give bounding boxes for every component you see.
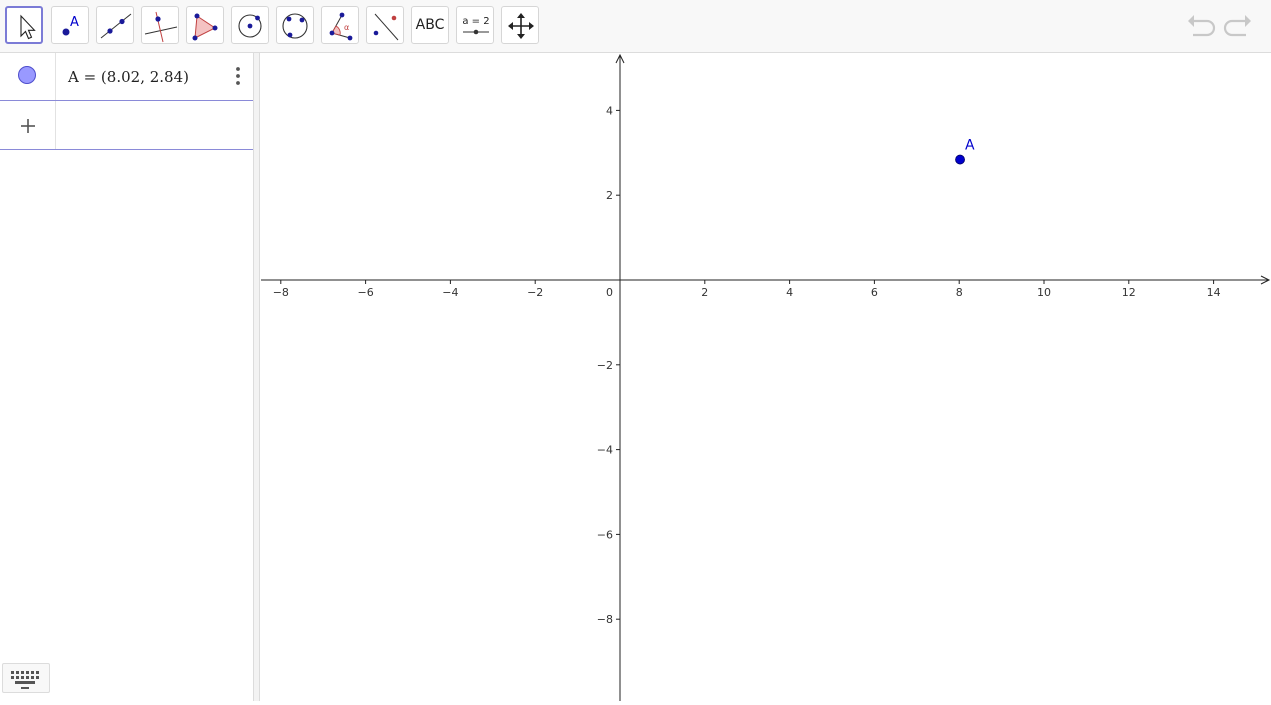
algebra-definition[interactable]: A = (8.02, 2.84) [68,68,189,86]
graphics-canvas[interactable]: −8 −6 −4 −2 0 2 4 6 8 10 12 14 4 2 −2 −4 −6 −8 A [261,53,1271,701]
x-tick-label: 8 [956,286,963,299]
point-A[interactable] [955,154,965,165]
angle-tool-label: α [344,23,349,32]
line-through-two-points-icon [100,13,132,39]
slider-tool-button[interactable]: a = 2 [456,6,494,44]
angle-icon: α [329,12,353,41]
slider-tool-label: a = 2 [462,16,489,27]
text-tool-label: ABC [415,17,445,33]
x-tick-label: −6 [357,286,373,299]
algebra-input-row[interactable] [0,101,253,150]
circle-three-points-icon [282,13,308,39]
algebra-view: A = (8.02, 2.84) [0,53,254,701]
arrow-pointer-icon [20,14,36,40]
x-tick-label: 2 [701,286,708,299]
x-tick-label: 10 [1037,286,1051,299]
toolbar: A α ABC a = 2 [0,0,1271,53]
angle-tool-button[interactable]: α [321,6,359,44]
x-tick-label: −8 [273,286,289,299]
y-tick-label: −2 [597,359,613,372]
move-graphics-view-tool-button[interactable] [501,6,539,44]
keyboard-icon [11,671,39,689]
undo-button[interactable] [1185,12,1217,40]
point-tool-label: A [70,15,79,30]
y-tick-label: −8 [597,613,613,626]
point-label-A: A [965,138,975,154]
point-icon: A [62,15,79,36]
input-icon-cell [0,101,56,149]
x-tick-label: 4 [786,286,793,299]
y-tick-label: −4 [597,444,613,457]
circle-tool-button[interactable] [231,6,269,44]
polygon-tool-button[interactable] [186,6,224,44]
reflect-tool-button[interactable] [366,6,404,44]
polygon-icon [192,13,218,41]
circle-center-point-icon [238,14,262,38]
undo-icon [1188,15,1216,37]
x-tick-label: 6 [871,286,878,299]
visibility-marble-icon[interactable] [18,66,36,84]
x-tick-label: 0 [606,286,613,299]
algebra-item-A[interactable]: A = (8.02, 2.84) [0,53,253,101]
perpendicular-line-icon [144,11,178,43]
plus-icon [21,119,35,133]
perpendicular-line-tool-button[interactable] [141,6,179,44]
x-tick-label: 12 [1122,286,1136,299]
redo-icon [1223,15,1251,37]
graphics-view[interactable]: −8 −6 −4 −2 0 2 4 6 8 10 12 14 4 2 −2 −4 −6 −8 A [261,53,1271,701]
move-arrows-icon [508,13,534,39]
view-divider[interactable] [254,53,260,701]
more-options-icon[interactable] [232,65,244,87]
keyboard-button[interactable] [2,663,50,693]
text-tool-button[interactable]: ABC [411,6,449,44]
x-tick-label: 14 [1207,286,1221,299]
line-tool-button[interactable] [96,6,134,44]
x-tick-label: −4 [442,286,458,299]
slider-icon: a = 2 [462,16,490,35]
y-tick-label: 4 [606,104,613,117]
redo-button[interactable] [1222,12,1254,40]
reflect-about-line-icon [373,13,399,41]
point-tool-button[interactable]: A [51,6,89,44]
y-tick-label: −6 [597,528,613,541]
marble-cell [0,53,56,100]
move-tool-button[interactable] [5,6,43,44]
circle-through-three-points-tool-button[interactable] [276,6,314,44]
y-tick-label: 2 [606,189,613,202]
x-tick-label: −2 [527,286,543,299]
